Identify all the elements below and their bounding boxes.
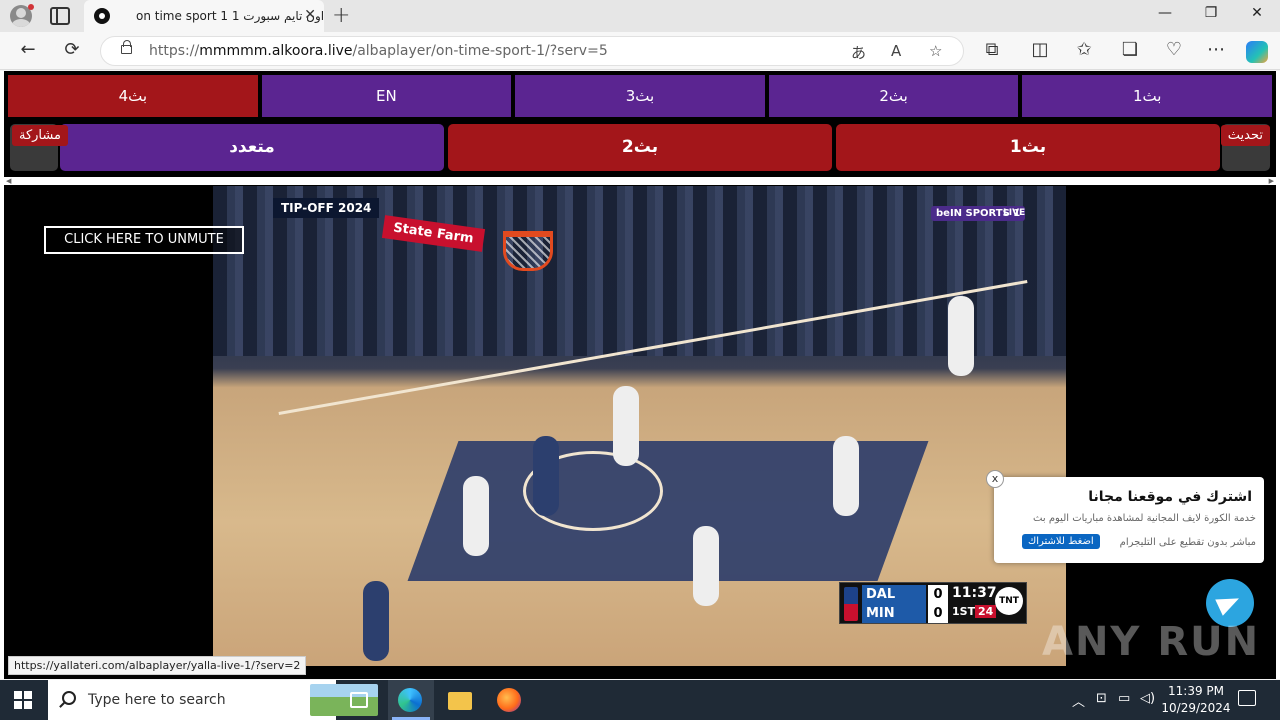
- browser-essentials-icon[interactable]: ♡: [1162, 40, 1186, 60]
- reload-icon[interactable]: ⟳: [60, 40, 84, 60]
- live-badge: LIVE: [1003, 208, 1026, 218]
- horizontal-scrollbar[interactable]: ◀ ▶: [4, 177, 1276, 185]
- server-button[interactable]: متعدد: [60, 124, 444, 171]
- popup-text: خدمة الكورة لايف المجانية لمشاهدة مباريا…: [1033, 513, 1256, 524]
- lock-icon[interactable]: [121, 40, 132, 54]
- server-row-1: بث4 EN بث3 بث2 بث1: [8, 75, 1272, 117]
- shot-clock: 24: [975, 605, 997, 618]
- address-bar[interactable]: https://mmmmm.alkoora.live/albaplayer/on…: [100, 36, 964, 66]
- maximize-icon[interactable]: ❐: [1188, 5, 1234, 21]
- window-close-icon[interactable]: ✕: [1234, 5, 1280, 21]
- translate-icon[interactable]: あ: [851, 42, 866, 63]
- volume-icon[interactable]: ◁): [1140, 691, 1155, 706]
- search-placeholder: Type here to search: [88, 692, 226, 708]
- url-prefix: https://: [149, 43, 200, 59]
- player-figure: [833, 436, 859, 516]
- tab-close-icon[interactable]: ✕: [304, 7, 316, 23]
- server-button[interactable]: بث1: [1022, 75, 1272, 117]
- back-arrow-icon[interactable]: ←: [16, 40, 40, 60]
- extensions-icon[interactable]: ⧉: [980, 40, 1004, 60]
- notification-dot-icon: [28, 4, 34, 10]
- address-url[interactable]: https://mmmmm.alkoora.live/albaplayer/on…: [149, 43, 608, 59]
- split-screen-icon[interactable]: ◫: [1028, 40, 1052, 60]
- active-tab[interactable]: on time sport 1 اون تايم سبورت 1 ✕: [84, 0, 324, 32]
- page-content: بث4 EN بث3 بث2 بث1 متعدد بث2 بث1 مشاركة تحديث …: [0, 71, 1280, 679]
- tab-actions-icon[interactable]: [50, 7, 70, 25]
- task-view-icon[interactable]: [350, 692, 368, 708]
- file-explorer-icon[interactable]: [448, 692, 472, 710]
- read-aloud-icon[interactable]: A: [891, 42, 901, 60]
- scoreboard: DAL MIN 0 0 11:37 1ST 24 TNT: [839, 582, 1027, 624]
- refresh-label[interactable]: تحديث: [1220, 125, 1270, 146]
- meet-now-icon[interactable]: ⊡: [1096, 691, 1107, 706]
- notifications-icon[interactable]: [1238, 690, 1256, 706]
- tray-chevron-icon[interactable]: ︿: [1072, 691, 1085, 710]
- favorites-icon[interactable]: ✩: [1072, 40, 1096, 60]
- server-button[interactable]: بث3: [515, 75, 765, 117]
- windows-start-icon[interactable]: [14, 691, 32, 709]
- windows-taskbar: Type here to search ︿ ⊡ ▭ ◁) 11:39 PM 10…: [0, 680, 1280, 720]
- status-bar-url: https://yallateri.com/albaplayer/yalla-l…: [8, 656, 307, 675]
- server-button[interactable]: EN: [261, 75, 512, 117]
- server-row-2: متعدد بث2 بث1: [60, 124, 1220, 171]
- game-clock: 11:37: [952, 585, 997, 601]
- popup-text: مباشر بدون تقطيع على التليجرام: [1119, 537, 1256, 548]
- popup-title: اشترك في موقعنا مجانا: [1088, 489, 1252, 505]
- taskbar-date[interactable]: 10/29/2024: [1160, 701, 1232, 715]
- url-host: mmmmm.alkoora.live: [199, 43, 353, 59]
- network-icon[interactable]: ▭: [1118, 691, 1130, 706]
- unmute-button[interactable]: CLICK HERE TO UNMUTE: [44, 226, 244, 254]
- taskbar-search[interactable]: Type here to search: [48, 680, 378, 720]
- player-figure: [948, 296, 974, 376]
- collections-icon[interactable]: ❏: [1118, 40, 1142, 60]
- team-a-name: DAL: [862, 585, 926, 604]
- tnt-logo: TNT: [995, 587, 1023, 615]
- anyrun-watermark: ANY RUN: [1042, 619, 1261, 665]
- browser-toolbar: ← ⟳ https://mmmmm.alkoora.live/albaplaye…: [0, 32, 1280, 70]
- search-icon: [62, 691, 76, 705]
- basketball-hoop: [503, 231, 553, 271]
- more-menu-icon[interactable]: ⋯: [1204, 40, 1228, 60]
- tipoff-banner: TIP-OFF 2024: [273, 198, 380, 218]
- team-a-score: 0: [928, 585, 948, 604]
- url-path: /albaplayer/on-time-sport-1/?serv=5: [352, 43, 608, 59]
- nba-logo-icon: [844, 587, 858, 621]
- server-button[interactable]: بث4: [8, 75, 258, 117]
- player-figure: [533, 436, 559, 516]
- player-figure: [363, 581, 389, 661]
- popup-close-icon[interactable]: x: [986, 470, 1004, 488]
- new-tab-icon[interactable]: +: [332, 3, 350, 28]
- player-figure: [613, 386, 639, 466]
- edge-browser-icon[interactable]: [398, 688, 422, 712]
- server-button[interactable]: بث1: [836, 124, 1220, 171]
- scroll-left-icon[interactable]: ◀: [6, 177, 11, 185]
- player-figure: [463, 476, 489, 556]
- team-b-score: 0: [928, 604, 948, 623]
- player-frame: بث4 EN بث3 بث2 بث1 متعدد بث2 بث1 مشاركة تحديث …: [4, 71, 1276, 679]
- game-period: 1ST: [952, 605, 976, 618]
- copilot-icon[interactable]: [1246, 41, 1268, 63]
- player-figure: [693, 526, 719, 606]
- subscribe-button[interactable]: اضغط للاشتراك: [1022, 534, 1100, 549]
- taskbar-time[interactable]: 11:39 PM: [1166, 684, 1226, 698]
- soccer-ball-icon: [94, 8, 110, 24]
- team-b-name: MIN: [862, 604, 926, 623]
- tab-title: on time sport 1 اون تايم سبورت 1: [136, 9, 325, 23]
- firefox-icon[interactable]: [497, 688, 521, 712]
- favorite-star-icon[interactable]: ☆: [929, 42, 942, 60]
- browser-tab-bar: on time sport 1 اون تايم سبورت 1 ✕ + — ❐…: [0, 0, 1280, 32]
- scroll-right-icon[interactable]: ▶: [1269, 177, 1274, 185]
- share-label[interactable]: مشاركة: [12, 125, 68, 146]
- server-button[interactable]: بث2: [448, 124, 832, 171]
- minimize-icon[interactable]: —: [1142, 5, 1188, 21]
- subscribe-popup: اشترك في موقعنا مجانا خدمة الكورة لايف ا…: [994, 477, 1264, 563]
- server-button[interactable]: بث2: [768, 75, 1019, 117]
